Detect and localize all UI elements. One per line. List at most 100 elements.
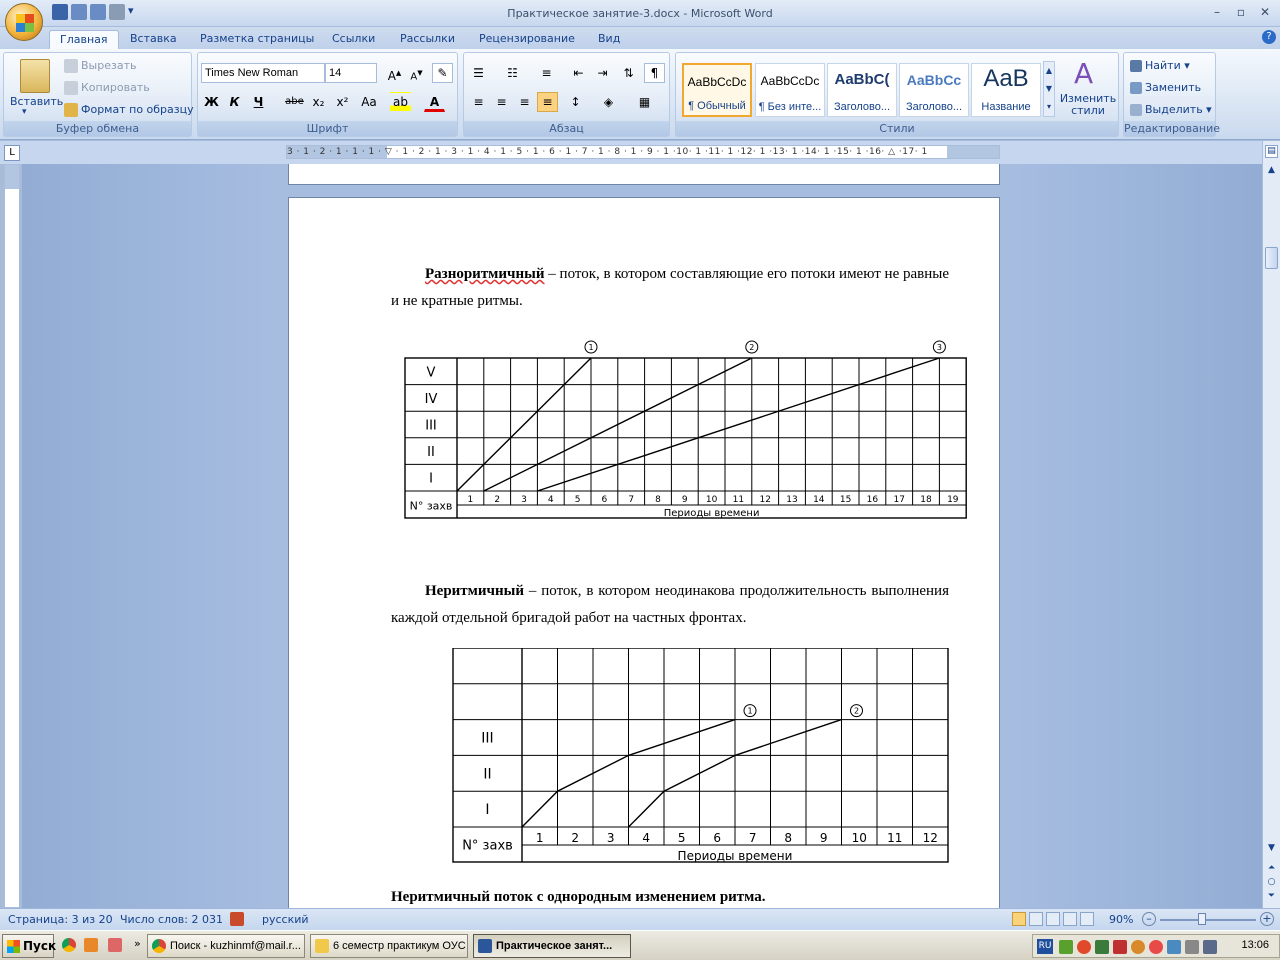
find-button[interactable]: Найти: [1145, 59, 1181, 72]
tab-insert[interactable]: Вставка: [130, 30, 177, 49]
styles-scroll[interactable]: ▲ ▼ ▾: [1043, 61, 1055, 117]
tray-icon[interactable]: [1059, 940, 1073, 954]
change-styles-icon[interactable]: A: [1074, 57, 1093, 90]
zoom-in-icon[interactable]: +: [1260, 912, 1274, 926]
change-styles-button[interactable]: Изменить стили: [1058, 93, 1118, 117]
taskbar-item-folder[interactable]: 6 семестр практикум ОУС: [310, 934, 468, 958]
horizontal-ruler[interactable]: 3 · 1 · 2 · 1 · 1 · 1 · ▽ · 1 · 2 · 1 · …: [286, 145, 1000, 159]
taskbar-item-word[interactable]: Практическое занят...: [473, 934, 631, 958]
highlight-icon[interactable]: ab: [390, 92, 411, 112]
tab-selector[interactable]: L: [4, 145, 20, 161]
numbering-icon[interactable]: ☷: [502, 63, 523, 83]
tab-references[interactable]: Ссылки: [332, 30, 375, 49]
language-tray[interactable]: RU: [1037, 939, 1053, 954]
scroll-up-icon[interactable]: ▲: [1265, 165, 1278, 178]
decrease-indent-icon[interactable]: ⇤: [568, 63, 589, 83]
office-button[interactable]: [5, 3, 43, 41]
vertical-scrollbar[interactable]: ▤ ▲ ▼ ⏶ ○ ⏷: [1262, 141, 1280, 908]
show-marks-icon[interactable]: ¶: [644, 63, 665, 83]
copy-button[interactable]: Копировать: [81, 81, 150, 94]
tray-icon[interactable]: [1131, 940, 1145, 954]
vertical-ruler[interactable]: [4, 164, 20, 908]
draft-icon[interactable]: [1080, 912, 1094, 926]
strikethrough-button[interactable]: abe: [284, 92, 305, 112]
increase-indent-icon[interactable]: ⇥: [592, 63, 613, 83]
grow-font-icon[interactable]: A▲: [384, 63, 405, 83]
network-icon[interactable]: [1203, 940, 1217, 954]
style-heading-2[interactable]: AaBbCc Заголово...: [899, 63, 969, 117]
superscript-button[interactable]: x²: [332, 92, 353, 112]
zoom-out-icon[interactable]: –: [1142, 912, 1156, 926]
paragraph-2[interactable]: Неритмичный – поток, в котором неодинако…: [391, 578, 949, 632]
proofing-icon[interactable]: [230, 912, 244, 926]
format-painter-button[interactable]: Формат по образцу: [81, 103, 194, 116]
ruler-toggle-icon[interactable]: ▤: [1265, 145, 1278, 158]
style-heading-1[interactable]: AaBbC(Заголово...: [827, 63, 897, 117]
style-title[interactable]: AaB Название: [971, 63, 1041, 117]
next-page-icon[interactable]: ⏷: [1265, 891, 1278, 904]
line-spacing-icon[interactable]: ↕: [565, 92, 586, 112]
change-case-button[interactable]: Aa: [356, 92, 382, 112]
volume-icon[interactable]: [1185, 940, 1199, 954]
font-size-combo[interactable]: 14: [325, 63, 377, 83]
style-normal[interactable]: AaBbCcDc ¶ Обычный: [682, 63, 752, 117]
tab-review[interactable]: Рецензирование: [479, 30, 575, 49]
style-no-spacing[interactable]: AaBbCcDc ¶ Без инте...: [755, 63, 825, 117]
cut-button[interactable]: Вырезать: [81, 59, 136, 72]
scroll-thumb[interactable]: [1265, 247, 1278, 269]
chevron-down-icon[interactable]: ▾: [22, 107, 27, 117]
zoom-slider-thumb[interactable]: [1198, 913, 1206, 925]
web-layout-icon[interactable]: [1046, 912, 1060, 926]
zoom-slider-track[interactable]: [1160, 919, 1256, 921]
start-button[interactable]: Пуск: [2, 934, 56, 958]
align-right-icon[interactable]: ≡: [514, 92, 535, 112]
paragraph-3[interactable]: Неритмичный поток с однородным изменение…: [391, 884, 949, 908]
chrome-icon[interactable]: [62, 938, 76, 952]
close-button[interactable]: ✕: [1254, 3, 1276, 21]
borders-icon[interactable]: ▦: [634, 92, 655, 112]
paste-button[interactable]: Вставить: [10, 95, 63, 108]
clear-format-icon[interactable]: ✎: [432, 63, 453, 83]
print-layout-icon[interactable]: [1012, 912, 1026, 926]
page-counter[interactable]: Страница: 3 из 20: [8, 913, 113, 926]
align-left-icon[interactable]: ≡: [468, 92, 489, 112]
tray-icon[interactable]: [1095, 940, 1109, 954]
shield-icon[interactable]: [1113, 940, 1127, 954]
font-name-combo[interactable]: Times New Roman: [201, 63, 325, 83]
font-color-button[interactable]: A: [424, 92, 445, 112]
scroll-down-icon[interactable]: ▼: [1265, 843, 1278, 856]
outline-icon[interactable]: [1063, 912, 1077, 926]
align-center-icon[interactable]: ≡: [491, 92, 512, 112]
minimize-button[interactable]: –: [1206, 3, 1228, 21]
tray-icon[interactable]: [1149, 940, 1163, 954]
multilevel-list-icon[interactable]: ≡: [536, 63, 557, 83]
quicklaunch-icon[interactable]: [84, 938, 98, 952]
paste-icon[interactable]: [20, 59, 50, 93]
tray-icon[interactable]: [1167, 940, 1181, 954]
prev-page-icon[interactable]: ⏶: [1265, 863, 1278, 876]
reading-layout-icon[interactable]: [1029, 912, 1043, 926]
tray-icon[interactable]: [1077, 940, 1091, 954]
italic-button[interactable]: К: [224, 92, 245, 112]
underline-button[interactable]: Ч: [248, 92, 269, 112]
bold-button[interactable]: Ж: [201, 92, 222, 112]
tab-view[interactable]: Вид: [598, 30, 620, 49]
sort-icon[interactable]: ⇅: [618, 63, 639, 83]
justify-icon[interactable]: ≡: [537, 92, 558, 112]
tab-page-layout[interactable]: Разметка страницы: [200, 30, 314, 49]
subscript-button[interactable]: x₂: [308, 92, 329, 112]
word-count[interactable]: Число слов: 2 031: [120, 913, 223, 926]
shading-icon[interactable]: ◈: [598, 92, 619, 112]
paragraph-1[interactable]: Разноритмичный – поток, в котором состав…: [391, 261, 949, 315]
bullets-icon[interactable]: ☰: [468, 63, 489, 83]
zoom-level[interactable]: 90%: [1109, 913, 1133, 926]
select-button[interactable]: Выделить: [1145, 103, 1203, 116]
replace-button[interactable]: Заменить: [1145, 81, 1201, 94]
tab-mailings[interactable]: Рассылки: [400, 30, 455, 49]
restore-button[interactable]: ▫: [1230, 3, 1252, 21]
browse-object-icon[interactable]: ○: [1265, 877, 1278, 890]
shrink-font-icon[interactable]: A▼: [406, 63, 427, 83]
language-indicator[interactable]: русский: [262, 913, 309, 926]
quicklaunch-icon[interactable]: [108, 938, 122, 952]
tab-home[interactable]: Главная: [49, 30, 119, 49]
